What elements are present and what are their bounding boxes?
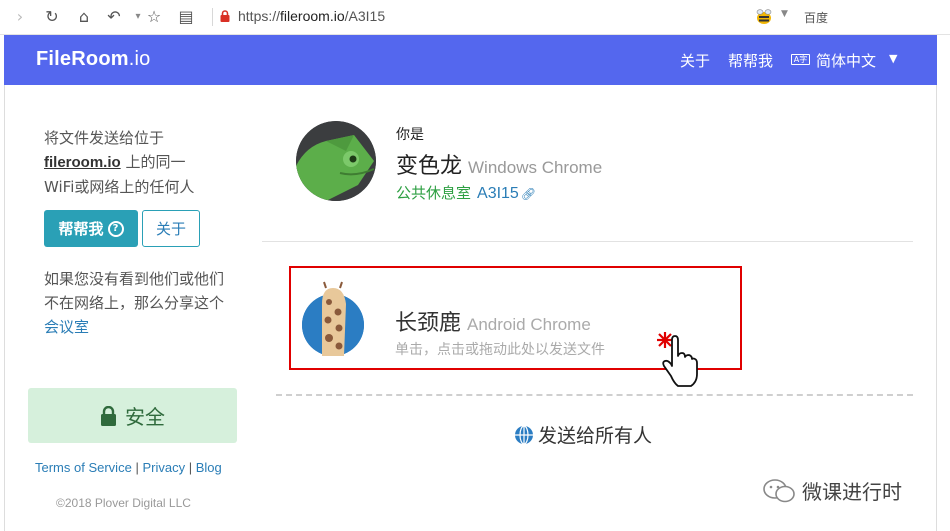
share-text-body: 如果您没有看到他们或他们不在网络上，那么分享这个: [44, 270, 225, 312]
share-text: 如果您没有看到他们或他们不在网络上，那么分享这个会议室: [44, 267, 234, 339]
globe-icon: [515, 424, 533, 445]
star-icon[interactable]: ☆: [144, 7, 164, 27]
you-are-label: 你是: [396, 127, 424, 143]
giraffe-avatar[interactable]: [302, 281, 364, 356]
blog-link[interactable]: Blog: [196, 460, 222, 475]
giraffe-icon: [302, 281, 364, 356]
watermark-text: 微课进行时: [802, 480, 902, 504]
secure-label: 安全: [125, 405, 165, 429]
peer-device-name[interactable]: 长颈鹿 Android Chrome: [395, 305, 591, 337]
footer-separator: |: [188, 460, 193, 475]
peer-hint: 单击，点击或拖动此处以发送文件: [395, 342, 605, 358]
reload-icon[interactable]: ↻: [42, 7, 62, 27]
help-button-label: 帮帮我: [58, 220, 104, 238]
wechat-icon: [763, 478, 795, 502]
dashed-divider: [276, 394, 913, 396]
undo-icon[interactable]: ↶: [104, 7, 124, 27]
brand-suffix: .io: [128, 48, 151, 70]
terms-link[interactable]: Terms of Service: [35, 460, 132, 475]
help-button[interactable]: 帮帮我 ?: [44, 210, 138, 247]
language-icon: A字: [791, 54, 810, 65]
send-to-all-label: 发送给所有人: [538, 425, 653, 447]
my-device-type: Windows Chrome: [468, 158, 603, 177]
intro-site-link[interactable]: fileroom.io: [44, 154, 121, 171]
copyright: ©2018 Plover Digital LLC: [56, 496, 191, 510]
url-path: /A3I15: [344, 8, 386, 24]
browser-toolbar: › ↻ ⌂ ↶ ▾ ☆ ▤ https://fileroom.io/A3I15 …: [0, 0, 950, 35]
privacy-link[interactable]: Privacy: [142, 460, 185, 475]
nav-help-link[interactable]: 帮帮我: [728, 50, 773, 71]
room-code-link[interactable]: A3I15 🔗︎: [477, 185, 536, 202]
reader-icon[interactable]: ▤: [176, 7, 196, 27]
my-device-name: 变色龙 Windows Chrome: [396, 148, 602, 180]
divider: [262, 241, 913, 242]
footer-links: Terms of Service | Privacy | Blog: [35, 460, 222, 475]
peer-name: 长颈鹿: [395, 311, 462, 336]
room-label: 公共休息室: [396, 184, 472, 202]
room-line: 公共休息室 A3I15 🔗︎: [396, 182, 536, 203]
lock-icon: [220, 10, 230, 22]
intro-line3: WiFi或网络上的任何人: [44, 178, 195, 196]
url-separator: [212, 8, 213, 26]
link-icon: 🔗︎: [520, 187, 537, 201]
url-scheme: https://: [238, 8, 281, 24]
padlock-icon: [101, 405, 116, 426]
home-icon[interactable]: ⌂: [74, 7, 94, 27]
intro-line1: 将文件发送给位于: [44, 129, 165, 147]
my-name: 变色龙: [396, 154, 463, 179]
bee-icon[interactable]: [754, 8, 774, 26]
search-engine-name[interactable]: 百度: [804, 9, 828, 26]
chevron-down-icon[interactable]: ▼: [889, 52, 897, 65]
forward-icon[interactable]: ›: [10, 7, 30, 27]
chameleon-icon: [296, 121, 376, 201]
peer-device-type: Android Chrome: [467, 315, 591, 334]
brand-logo[interactable]: FileRoom.io: [36, 48, 150, 71]
url-host: fileroom.io: [280, 8, 345, 24]
chameleon-avatar: [296, 121, 376, 201]
footer-separator: |: [135, 460, 139, 475]
nav-about-link[interactable]: 关于: [680, 50, 710, 71]
brand-main: FileRoom: [36, 48, 129, 70]
send-to-all-button[interactable]: 发送给所有人: [514, 421, 652, 448]
intro-text: 将文件发送给位于 fileroom.io 上的同一 WiFi或网络上的任何人: [44, 126, 224, 199]
language-selector[interactable]: 简体中文: [816, 50, 876, 71]
intro-line2: 上的同一: [125, 153, 186, 171]
about-button[interactable]: 关于: [142, 210, 200, 247]
watermark: 微课进行时: [762, 476, 902, 505]
share-room-link[interactable]: 会议室: [44, 318, 89, 336]
app-header: FileRoom.io 关于 帮帮我 A字 简体中文 ▼: [4, 35, 937, 85]
search-engine-caret-icon[interactable]: ▼: [781, 9, 788, 19]
address-bar[interactable]: https://fileroom.io/A3I15: [238, 8, 385, 24]
secure-badge: 安全: [28, 388, 237, 443]
hand-cursor-icon: [657, 332, 698, 387]
room-code: A3I15: [477, 185, 519, 202]
question-icon: ?: [107, 220, 124, 237]
